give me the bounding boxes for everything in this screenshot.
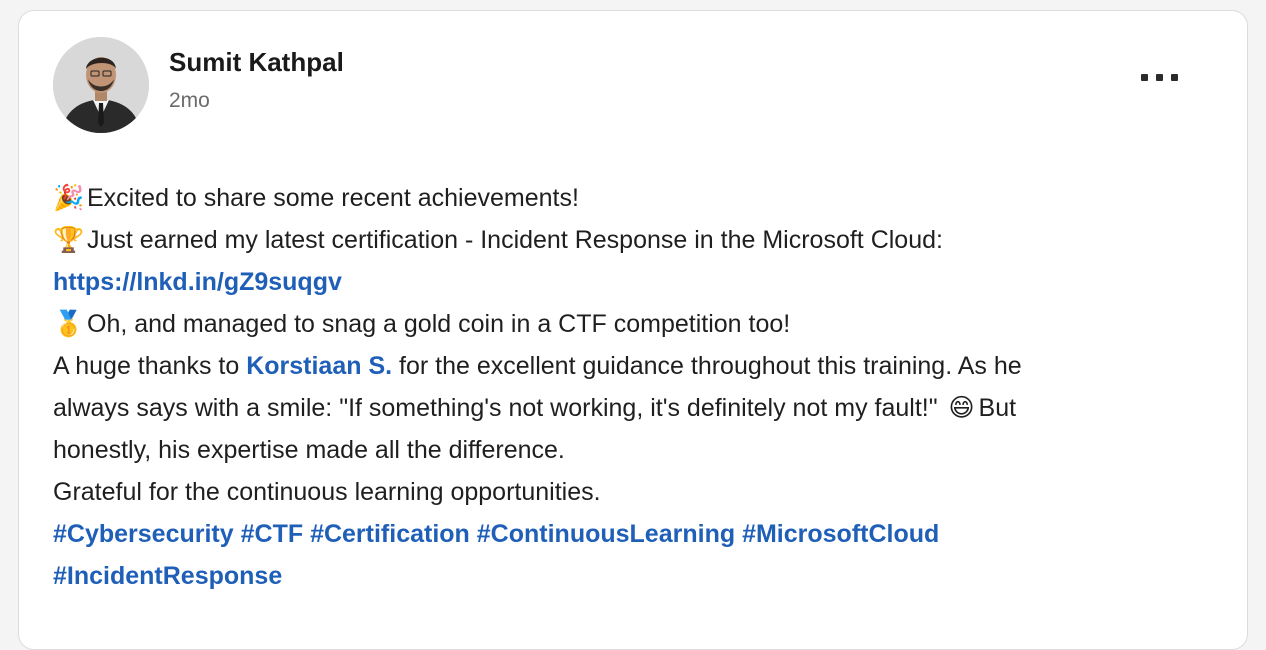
hashtag-link[interactable]: #ContinuousLearning [477, 520, 735, 548]
gold-medal-icon: 🥇 [53, 309, 85, 338]
post-text: Excited to share some recent achievement… [87, 184, 579, 212]
post-text: honestly, his expertise made all the dif… [53, 436, 565, 464]
hashtag-link[interactable]: #Certification [310, 520, 470, 548]
post-text: A huge thanks to [53, 352, 247, 380]
post-card: Sumit Kathpal 2mo 🎉 Excited to share some… [18, 10, 1248, 650]
post-text: Just earned my latest certification - In… [87, 226, 943, 254]
mention-link[interactable]: Korstiaan S. [246, 352, 392, 380]
ellipsis-icon [1140, 73, 1148, 81]
hashtag-line: #Cybersecurity #CTF #Certification #Cont… [53, 513, 1213, 555]
post-line: honestly, his expertise made all the dif… [53, 429, 1213, 471]
post-line: 🏆 Just earned my latest certification - I… [53, 219, 1213, 261]
post-body: 🎉 Excited to share some recent achievemen… [53, 177, 1213, 597]
post-line: https://lnkd.in/gZ9suqgv [53, 261, 1213, 303]
more-options-button[interactable] [1123, 57, 1195, 97]
post-text: always says with a smile: "If something'… [53, 394, 938, 422]
post-text: for the excellent guidance throughout th… [392, 352, 1022, 380]
hashtag-link[interactable]: #CTF [241, 520, 304, 548]
profile-photo-icon [53, 37, 149, 133]
author-name[interactable]: Sumit Kathpal [169, 47, 344, 78]
post-line: 🎉 Excited to share some recent achievemen… [53, 177, 1213, 219]
ellipsis-icon [1155, 73, 1163, 81]
hashtag-link[interactable]: #MicrosoftCloud [742, 520, 939, 548]
trophy-icon: 🏆 [53, 225, 85, 254]
hashtag-link[interactable]: #Cybersecurity [53, 520, 234, 548]
post-line: Grateful for the continuous learning opp… [53, 471, 1213, 513]
party-popper-icon: 🎉 [53, 183, 85, 212]
post-text: Grateful for the continuous learning opp… [53, 478, 601, 506]
post-line: 🥇 Oh, and managed to snag a gold coin in … [53, 303, 1213, 345]
post-text: Oh, and managed to snag a gold coin in a… [87, 310, 791, 338]
post-timestamp: 2mo [169, 89, 210, 112]
certification-link[interactable]: https://lnkd.in/gZ9suqgv [53, 268, 342, 296]
post-line: A huge thanks to Korstiaan S. for the ex… [53, 345, 1213, 387]
hashtag-line: #IncidentResponse [53, 555, 1213, 597]
avatar[interactable] [53, 37, 149, 133]
grinning-face-icon: 😄 [948, 393, 975, 422]
post-line: always says with a smile: "If something'… [53, 387, 1213, 429]
hashtag-link[interactable]: #IncidentResponse [53, 562, 282, 590]
post-text: But [978, 394, 1017, 422]
ellipsis-icon [1170, 73, 1178, 81]
